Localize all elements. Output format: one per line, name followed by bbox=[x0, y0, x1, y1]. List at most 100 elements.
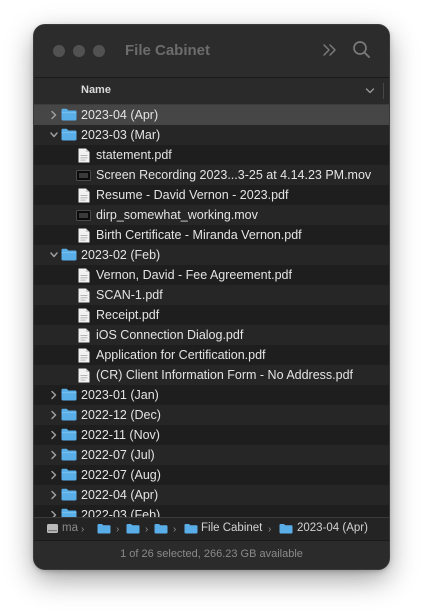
search-icon bbox=[353, 41, 370, 58]
folder-icon bbox=[61, 428, 77, 441]
search-button[interactable] bbox=[350, 38, 374, 62]
file-list: 2023-04 (Apr) 2023-03 (Mar) statement.pdf S… bbox=[34, 105, 389, 517]
file-row[interactable]: Receipt.pdf bbox=[34, 305, 389, 325]
folder-icon bbox=[61, 248, 77, 261]
finder-window: File Cabinet Name 2023-04 (Apr) 2023-03 (… bbox=[34, 25, 389, 569]
folder-row[interactable]: 2022-11 (Nov) bbox=[34, 425, 389, 445]
row-label: 2022-07 (Jul) bbox=[81, 448, 155, 462]
folder-icon bbox=[61, 128, 77, 141]
row-label: 2022-04 (Apr) bbox=[81, 488, 159, 502]
folder-row[interactable]: 2022-04 (Apr) bbox=[34, 485, 389, 505]
folder-icon bbox=[61, 388, 77, 401]
folder-icon[interactable] bbox=[97, 523, 111, 534]
file-row[interactable]: dirp_somewhat_working.mov bbox=[34, 205, 389, 225]
path-disk-label[interactable]: ma bbox=[62, 522, 78, 534]
movie-file-icon bbox=[76, 210, 91, 221]
path-item-file-cabinet[interactable]: File Cabinet bbox=[201, 522, 262, 534]
pdf-document-icon bbox=[78, 308, 90, 323]
hard-disk-icon[interactable] bbox=[46, 522, 59, 535]
window-title: File Cabinet bbox=[125, 42, 211, 59]
row-label: 2023-02 (Feb) bbox=[81, 248, 161, 262]
row-label: Receipt.pdf bbox=[96, 308, 160, 322]
folder-row[interactable]: 2022-07 (Jul) bbox=[34, 445, 389, 465]
row-label: statement.pdf bbox=[96, 148, 172, 162]
disclosure-chevron-right-icon[interactable] bbox=[49, 470, 59, 480]
row-label: dirp_somewhat_working.mov bbox=[96, 208, 258, 222]
more-toolbar-button[interactable] bbox=[318, 38, 342, 62]
folder-icon bbox=[61, 108, 77, 121]
sort-chevron-down-icon[interactable] bbox=[365, 86, 375, 96]
disclosure-chevron-right-icon[interactable] bbox=[49, 390, 59, 400]
column-header: Name bbox=[34, 77, 389, 105]
row-label: Birth Certificate - Miranda Vernon.pdf bbox=[96, 228, 302, 242]
file-row[interactable]: Resume - David Vernon - 2023.pdf bbox=[34, 185, 389, 205]
pdf-document-icon bbox=[78, 288, 90, 303]
row-label: SCAN-1.pdf bbox=[96, 288, 163, 302]
row-label: Vernon, David - Fee Agreement.pdf bbox=[96, 268, 292, 282]
folder-row[interactable]: 2023-02 (Feb) bbox=[34, 245, 389, 265]
folder-icon[interactable] bbox=[126, 523, 140, 534]
name-column-header[interactable]: Name bbox=[81, 84, 111, 96]
path-separator-chevron-icon: › bbox=[145, 524, 149, 535]
status-bar: 1 of 26 selected, 266.23 GB available bbox=[34, 540, 389, 569]
disclosure-chevron-right-icon[interactable] bbox=[49, 430, 59, 440]
path-item-current-folder[interactable]: 2023-04 (Apr) bbox=[297, 522, 368, 534]
path-separator-chevron-icon: › bbox=[81, 524, 85, 535]
file-row[interactable]: statement.pdf bbox=[34, 145, 389, 165]
folder-row[interactable]: 2022-03 (Feb) bbox=[34, 505, 389, 517]
file-row[interactable]: Application for Certification.pdf bbox=[34, 345, 389, 365]
disclosure-chevron-right-icon[interactable] bbox=[49, 450, 59, 460]
row-label: 2023-04 (Apr) bbox=[81, 108, 159, 122]
folder-icon bbox=[61, 408, 77, 421]
row-label: 2022-07 (Aug) bbox=[81, 468, 161, 482]
row-label: Screen Recording 2023...3-25 at 4.14.23 … bbox=[96, 168, 372, 182]
status-text: 1 of 26 selected, 266.23 GB available bbox=[120, 548, 303, 560]
chevron-double-right-icon bbox=[323, 44, 336, 56]
disclosure-chevron-right-icon[interactable] bbox=[49, 110, 59, 120]
file-row[interactable]: Birth Certificate - Miranda Vernon.pdf bbox=[34, 225, 389, 245]
column-separator[interactable] bbox=[383, 83, 384, 99]
zoom-window-button[interactable] bbox=[93, 45, 105, 57]
title-bar: File Cabinet bbox=[34, 25, 389, 77]
disclosure-chevron-down-icon[interactable] bbox=[49, 250, 59, 260]
file-row[interactable]: iOS Connection Dialog.pdf bbox=[34, 325, 389, 345]
folder-icon[interactable] bbox=[184, 523, 198, 534]
disclosure-chevron-right-icon[interactable] bbox=[49, 490, 59, 500]
folder-icon bbox=[61, 508, 77, 517]
file-row[interactable]: Vernon, David - Fee Agreement.pdf bbox=[34, 265, 389, 285]
pdf-document-icon bbox=[78, 228, 90, 243]
disclosure-chevron-down-icon[interactable] bbox=[49, 130, 59, 140]
folder-row[interactable]: 2022-12 (Dec) bbox=[34, 405, 389, 425]
disclosure-chevron-right-icon[interactable] bbox=[49, 410, 59, 420]
row-label: 2023-01 (Jan) bbox=[81, 388, 159, 402]
path-separator-chevron-icon: › bbox=[268, 524, 272, 535]
pdf-document-icon bbox=[78, 188, 90, 203]
close-window-button[interactable] bbox=[53, 45, 65, 57]
row-label: Resume - David Vernon - 2023.pdf bbox=[96, 188, 289, 202]
path-bar: ma › › › › File Cabinet › 2023-04 (Apr) bbox=[34, 517, 389, 540]
folder-row[interactable]: 2023-04 (Apr) bbox=[34, 105, 389, 125]
folder-row[interactable]: 2023-01 (Jan) bbox=[34, 385, 389, 405]
pdf-document-icon bbox=[78, 148, 90, 163]
row-label: (CR) Client Information Form - No Addres… bbox=[96, 368, 354, 382]
file-row[interactable]: Screen Recording 2023...3-25 at 4.14.23 … bbox=[34, 165, 389, 185]
pdf-document-icon bbox=[78, 368, 90, 383]
file-row[interactable]: SCAN-1.pdf bbox=[34, 285, 389, 305]
row-label: 2022-03 (Feb) bbox=[81, 508, 161, 517]
row-label: 2022-12 (Dec) bbox=[81, 408, 161, 422]
file-row[interactable]: (CR) Client Information Form - No Addres… bbox=[34, 365, 389, 385]
folder-row[interactable]: 2022-07 (Aug) bbox=[34, 465, 389, 485]
row-label: 2023-03 (Mar) bbox=[81, 128, 161, 142]
folder-row[interactable]: 2023-03 (Mar) bbox=[34, 125, 389, 145]
folder-icon[interactable] bbox=[279, 523, 293, 534]
pdf-document-icon bbox=[78, 348, 90, 363]
folder-icon bbox=[61, 468, 77, 481]
folder-icon bbox=[61, 488, 77, 501]
path-separator-chevron-icon: › bbox=[173, 524, 177, 535]
disclosure-chevron-right-icon[interactable] bbox=[49, 510, 59, 517]
folder-icon[interactable] bbox=[154, 523, 168, 534]
row-label: 2022-11 (Nov) bbox=[81, 428, 160, 442]
folder-icon bbox=[61, 448, 77, 461]
row-label: Application for Certification.pdf bbox=[96, 348, 266, 362]
minimize-window-button[interactable] bbox=[73, 45, 85, 57]
